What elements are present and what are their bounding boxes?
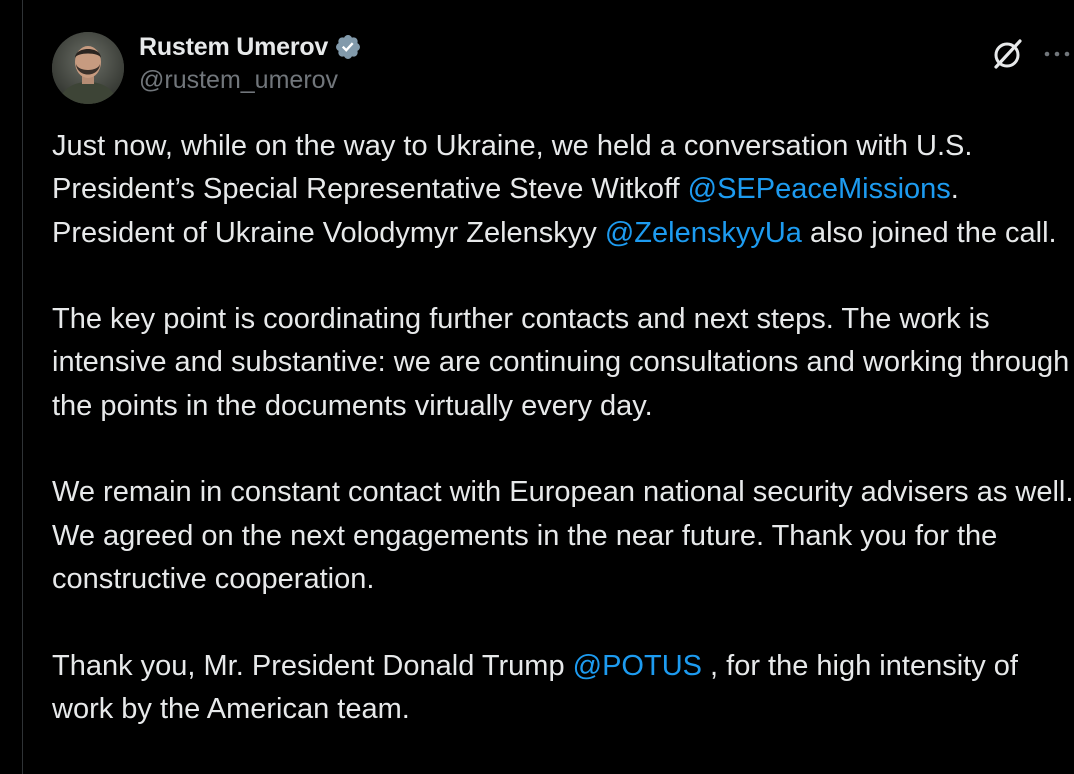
avatar-image [52,32,124,104]
author-identity: Rustem Umerov @rustem_umerov [139,30,362,95]
tweet-text-segment: also joined the call. [801,216,1057,249]
display-name-row: Rustem Umerov [139,30,362,64]
verified-badge-icon [334,33,362,61]
tweet-header: Rustem Umerov @rustem_umerov [52,30,1074,104]
tweet-paragraph-3: We remain in constant contact with Europ… [52,476,1074,595]
tweet-paragraph-1: Just now, while on the way to Ukraine, w… [52,125,1074,255]
grok-icon[interactable] [990,36,1026,72]
mention-link-zelenskyyua[interactable]: @ZelenskyyUa [605,217,802,249]
display-name[interactable]: Rustem Umerov [139,33,328,62]
tweet-text: Just now, while on the way to Ukraine, w… [52,125,1074,774]
tweet-text-segment: Thank you, Mr. President Donald Trump [52,649,573,682]
more-horizontal-icon[interactable] [1042,40,1072,68]
author-handle[interactable]: @rustem_umerov [139,66,362,95]
avatar[interactable] [52,32,124,104]
timeline-border [22,0,23,774]
mention-link-sepeacemissions[interactable]: @SEPeaceMissions [688,173,951,205]
tweet-paragraph-2: The key point is coordinating further co… [52,303,1070,422]
tweet-paragraph-4: Thank you, Mr. President Donald Trump @P… [52,645,1074,732]
mention-link-potus[interactable]: @POTUS [573,650,702,682]
